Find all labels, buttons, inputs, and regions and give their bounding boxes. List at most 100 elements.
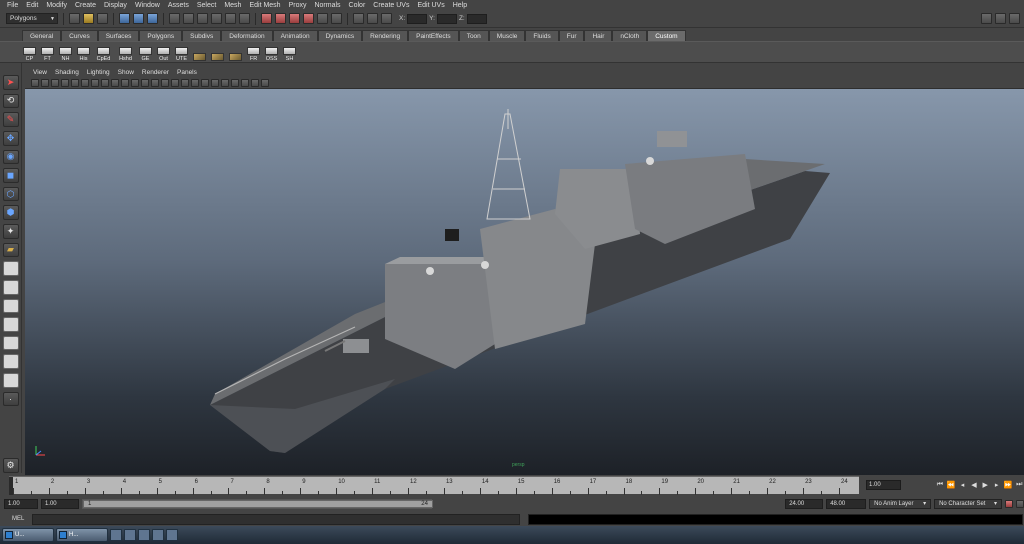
toggle-tool-settings-icon[interactable] [995,13,1006,24]
menu-window[interactable]: Window [131,2,164,9]
step-back-frame-icon[interactable]: ◂ [958,480,967,491]
tab-rendering[interactable]: Rendering [362,30,409,41]
isolate-select-icon[interactable] [231,78,239,87]
shelf-button-ute[interactable]: UTE [174,42,189,62]
shelf-button-fr[interactable]: FR [246,42,261,62]
ambient-occlusion-icon[interactable] [221,78,229,87]
perspective-viewport[interactable]: persp [25,89,1024,475]
shelf-button-cp[interactable]: CP [22,42,37,62]
help-line-icon[interactable] [239,13,250,24]
script-editor-icon[interactable]: ⚙ [2,458,19,473]
persp-outliner-layout-icon[interactable] [2,298,19,314]
soft-mod-icon[interactable]: ⬢ [2,205,19,220]
field-chart-icon[interactable] [131,78,139,87]
menu-edit[interactable]: Edit [22,2,42,9]
panel-menu-view[interactable]: View [29,69,51,76]
tab-painteffects[interactable]: PaintEffects [408,30,459,41]
snap-point-icon[interactable] [197,13,208,24]
step-forward-key-icon[interactable]: ⏩ [1003,480,1013,491]
play-forwards-icon[interactable]: ▶ [981,480,990,491]
shelf-button-sh[interactable]: SH [282,42,297,62]
hypershade-icon[interactable] [303,13,314,24]
auto-key-icon[interactable] [1005,499,1014,508]
z-field[interactable] [466,13,487,24]
shelf-button-ge[interactable]: GE [138,42,153,62]
tab-dynamics[interactable]: Dynamics [317,30,363,41]
tab-deformation[interactable]: Deformation [221,30,273,41]
universal-manipulator-icon[interactable]: ⬡ [2,186,19,202]
tab-custom[interactable]: Custom [647,30,686,41]
tab-fluids[interactable]: Fluids [525,30,559,41]
shelf-button-nh[interactable]: NH [58,42,73,62]
menu-select[interactable]: Select [193,2,220,9]
use-all-lights-icon[interactable] [201,78,209,87]
tab-subdivs[interactable]: Subdivs [182,30,222,41]
attribute-editor-icon[interactable] [367,13,378,24]
tab-fur[interactable]: Fur [558,30,585,41]
camera-attributes-icon[interactable] [41,78,49,87]
menu-set-select[interactable]: Polygons ▼ [6,13,58,24]
panel-menu-show[interactable]: Show [114,69,138,76]
select-camera-icon[interactable] [31,78,39,87]
go-to-end-icon[interactable]: ⏭ [1015,480,1024,491]
make-live-icon[interactable] [225,13,236,24]
quicklaunch-icon[interactable] [152,529,164,541]
tab-curves[interactable]: Curves [61,30,98,41]
persp-trax-layout-icon[interactable] [2,354,19,369]
bookmarks-icon[interactable] [51,78,59,87]
ipr-render-icon[interactable] [275,13,286,24]
current-time-field[interactable]: 1.00 [866,480,901,490]
render-current-frame-icon[interactable] [261,13,272,24]
shadows-icon[interactable] [211,78,219,87]
tab-hair[interactable]: Hair [584,30,613,41]
rotate-tool-icon[interactable]: ◉ [2,149,19,165]
shelf-button-texture[interactable] [192,42,207,62]
panel-menu-lighting[interactable]: Lighting [83,69,114,76]
panel-menu-panels[interactable]: Panels [173,69,201,76]
move-tool-icon[interactable]: ✥ [2,130,19,146]
persp-hypershade-layout-icon[interactable] [2,335,19,351]
image-plane-icon[interactable] [61,78,69,87]
snap-curve-icon[interactable] [183,13,194,24]
render-settings-icon[interactable] [289,13,300,24]
shelf-button-hshd[interactable]: Hshd [116,42,135,62]
paint-select-tool-icon[interactable]: ✎ [2,112,19,127]
resolution-gate-icon[interactable] [111,78,119,87]
xray-joints-icon[interactable] [251,78,259,87]
select-tool-icon[interactable]: ➤ [2,75,19,90]
input-line-icon[interactable] [317,13,328,24]
grease-pencil-icon[interactable] [81,78,89,87]
safe-action-icon[interactable] [141,78,149,87]
quicklaunch-icon[interactable] [166,529,178,541]
menu-edit-mesh[interactable]: Edit Mesh [245,2,284,9]
tab-animation[interactable]: Animation [272,30,318,41]
menu-help[interactable]: Help [449,2,471,9]
taskbar-window-1[interactable]: U... [2,528,54,542]
shelf-button-texture[interactable] [228,42,243,62]
history-icon[interactable] [331,13,342,24]
play-backwards-icon[interactable]: ◀ [969,480,978,491]
tab-surfaces[interactable]: Surfaces [97,30,140,41]
x-field[interactable] [407,13,428,24]
script-language-label[interactable]: MEL [12,516,24,522]
shelf-button-texture[interactable] [210,42,225,62]
new-scene-icon[interactable] [69,13,80,24]
channel-box-icon[interactable] [353,13,364,24]
animation-end-field[interactable]: 48.00 [826,498,867,509]
snap-view-plane-icon[interactable] [211,13,222,24]
wireframe-on-shaded-icon[interactable] [181,78,189,87]
quicklaunch-icon[interactable] [124,529,136,541]
menu-create[interactable]: Create [71,2,100,9]
select-hierarchy-icon[interactable] [119,13,130,24]
snap-grid-icon[interactable] [169,13,180,24]
safe-title-icon[interactable] [151,78,159,87]
character-set-dropdown[interactable]: No Character Set ▾ [934,498,1003,509]
step-forward-frame-icon[interactable]: ▸ [992,480,1001,491]
tab-general[interactable]: General [22,30,62,41]
menu-mesh[interactable]: Mesh [220,2,245,9]
film-gate-icon[interactable] [101,78,109,87]
textured-icon[interactable] [191,78,199,87]
range-slider-handle[interactable]: 1 24 [82,499,433,508]
taskbar-window-2[interactable]: H... [56,528,108,542]
shelf-button-cped[interactable]: CpEd [94,42,113,62]
